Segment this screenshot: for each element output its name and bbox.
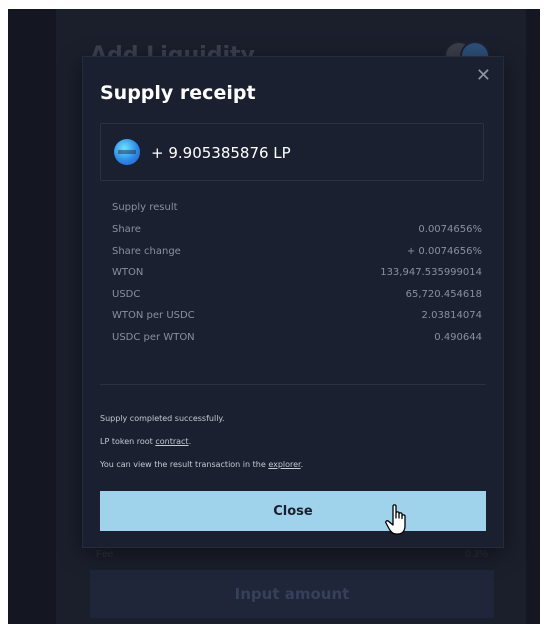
row-label: WTON <box>112 267 144 278</box>
explorer-text: You can view the result transaction in t… <box>100 460 269 469</box>
row-value: 133,947.535999014 <box>380 267 482 278</box>
lp-root-text: LP token root <box>100 437 156 446</box>
completed-message: Supply completed successfully. <box>100 414 225 423</box>
row-value: + 0.0074656% <box>406 245 482 257</box>
fee-row: Fee 0.3% <box>96 549 488 560</box>
row-value: 65,720.454618 <box>405 288 482 300</box>
lp-amount: + 9.905385876 LP <box>151 144 291 162</box>
app-background: Add Liquidity Fee 0.3% Input amount Supp… <box>8 9 540 624</box>
input-amount-button[interactable]: Input amount <box>90 570 494 618</box>
result-row-usdc-per-wton: USDC per WTON 0.490644 <box>112 332 482 354</box>
divider <box>100 384 486 385</box>
result-row-usdc: USDC 65,720.454618 <box>112 289 482 311</box>
explorer-suffix: . <box>300 460 304 469</box>
supply-receipt-modal: Supply receipt ✕ + 9.905385876 LP Supply… <box>82 56 504 548</box>
row-label: WTON per USDC <box>112 310 195 321</box>
result-row-wton-per-usdc: WTON per USDC 2.03814074 <box>112 310 482 332</box>
row-label: Share <box>112 224 141 235</box>
result-row-wton: WTON 133,947.535999014 <box>112 267 482 289</box>
supply-result-list: Share 0.0074656% Share change + 0.007465… <box>112 224 482 353</box>
row-label: USDC per WTON <box>112 331 195 343</box>
lp-token-root-line: LP token root contract. <box>100 430 303 453</box>
close-icon[interactable]: ✕ <box>476 65 491 86</box>
close-button[interactable]: Close <box>100 491 486 531</box>
row-value: 0.490644 <box>434 331 482 343</box>
contract-link[interactable]: contract <box>155 437 188 446</box>
row-value: 0.0074656% <box>418 224 482 235</box>
lp-root-suffix: . <box>188 437 192 446</box>
explorer-link[interactable]: explorer <box>268 460 300 469</box>
lp-token-icon <box>114 139 140 165</box>
modal-title: Supply receipt <box>100 82 256 104</box>
row-value: 2.03814074 <box>421 310 482 321</box>
row-label: Share change <box>112 245 181 257</box>
supply-result-title: Supply result <box>112 202 178 213</box>
explorer-line: You can view the result transaction in t… <box>100 453 303 476</box>
hand-pointer-icon <box>385 504 406 535</box>
fee-label: Fee <box>96 549 114 560</box>
result-row-share: Share 0.0074656% <box>112 224 482 246</box>
lp-amount-box: + 9.905385876 LP <box>100 123 484 181</box>
fee-value: 0.3% <box>465 549 488 560</box>
result-notes: Supply completed successfully. LP token … <box>100 407 303 476</box>
result-row-share-change: Share change + 0.0074656% <box>112 246 482 268</box>
row-label: USDC <box>112 288 141 300</box>
